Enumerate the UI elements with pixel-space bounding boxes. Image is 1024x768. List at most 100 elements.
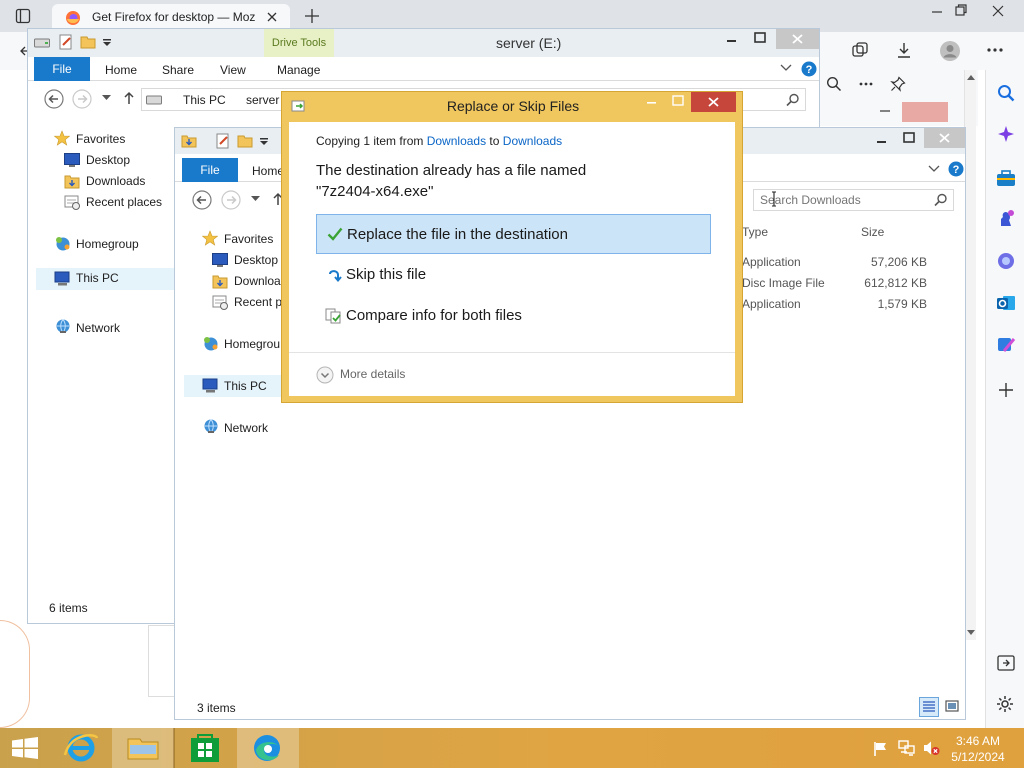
scroll-up-icon[interactable] (967, 74, 975, 80)
taskbar-file-explorer[interactable] (112, 728, 174, 768)
settings-gear-icon[interactable] (996, 695, 1014, 713)
sidebar-toggle-icon[interactable] (997, 655, 1015, 671)
nav-downloads[interactable]: Downloads (86, 174, 145, 188)
properties-quick-icon[interactable] (58, 34, 74, 50)
games-chess-icon[interactable] (996, 208, 1016, 228)
search-icon[interactable] (826, 76, 842, 92)
nav-desktop[interactable]: Desktop (234, 253, 278, 267)
table-row[interactable]: Application 57,206 KB (735, 253, 935, 273)
tab-home[interactable]: Home (105, 63, 137, 77)
taskbar-store[interactable] (174, 728, 236, 768)
nav-this-pc[interactable]: This PC (224, 379, 267, 393)
tab-share[interactable]: Share (162, 63, 194, 77)
tab-actions-icon[interactable] (15, 8, 31, 24)
outlook-icon[interactable] (996, 293, 1016, 313)
more-options-icon[interactable] (986, 41, 1004, 59)
replace-file-option[interactable]: Replace the file in the destination (316, 214, 711, 254)
clock[interactable]: 3:46 AM 5/12/2024 (950, 733, 1006, 765)
nav-recent-places[interactable]: Recent pl (234, 295, 285, 309)
pin-icon[interactable] (890, 76, 906, 92)
compare-files-option[interactable]: Compare info for both files (316, 297, 711, 335)
downloads-icon[interactable] (895, 41, 913, 59)
maximize-icon[interactable] (754, 32, 766, 44)
source-folder-link[interactable]: Downloads (427, 134, 486, 148)
back-arrow-icon[interactable] (192, 190, 212, 210)
close-tab-icon[interactable] (265, 10, 279, 24)
tab-view[interactable]: View (220, 63, 246, 77)
browser-minimize-icon[interactable] (929, 4, 945, 20)
designer-icon[interactable] (996, 335, 1016, 355)
expand-ribbon-icon[interactable] (928, 165, 940, 173)
minimize-icon[interactable] (875, 137, 889, 147)
column-header-type[interactable]: Type (742, 225, 768, 239)
forward-arrow-icon[interactable] (221, 190, 241, 210)
nav-recent-places[interactable]: Recent places (86, 195, 162, 209)
destination-folder-link[interactable]: Downloads (503, 134, 562, 148)
tab-manage[interactable]: Manage (277, 63, 320, 77)
more-details-button[interactable]: More details (316, 364, 446, 386)
close-button[interactable] (902, 102, 948, 122)
nav-desktop[interactable]: Desktop (86, 153, 130, 167)
customize-qat-icon[interactable] (102, 39, 112, 47)
column-header-size[interactable]: Size (861, 225, 884, 239)
details-view-button[interactable] (919, 697, 939, 717)
close-button[interactable] (691, 92, 736, 112)
new-tab-icon[interactable] (304, 8, 320, 24)
close-button[interactable] (776, 29, 819, 49)
properties-quick-icon[interactable] (215, 133, 231, 149)
browser-close-icon[interactable] (990, 3, 1006, 19)
action-center-flag-icon[interactable] (873, 741, 889, 757)
collections-icon[interactable] (851, 41, 869, 59)
network-tray-icon[interactable] (898, 740, 916, 756)
customize-qat-icon[interactable] (259, 138, 269, 146)
shopping-briefcase-icon[interactable] (996, 169, 1016, 187)
taskbar-edge[interactable] (237, 728, 299, 768)
start-button[interactable] (0, 728, 50, 768)
tab-home[interactable]: Home (252, 164, 284, 178)
help-icon[interactable]: ? (948, 161, 964, 177)
new-folder-quick-icon[interactable] (237, 133, 253, 149)
nav-downloads[interactable]: Downloa (234, 274, 281, 288)
scroll-down-icon[interactable] (967, 630, 975, 636)
back-arrow-icon[interactable] (44, 89, 64, 109)
recent-locations-chevron-icon[interactable] (251, 196, 260, 202)
minimize-icon[interactable] (725, 36, 739, 46)
table-row[interactable]: Disc Image File 612,812 KB (735, 274, 935, 294)
maximize-icon[interactable] (903, 132, 915, 144)
nav-this-pc[interactable]: This PC (76, 271, 119, 285)
add-icon[interactable] (998, 382, 1014, 398)
copilot-sparkle-icon[interactable] (997, 125, 1015, 143)
nav-favorites[interactable]: Favorites (224, 232, 273, 246)
large-icons-view-button[interactable] (943, 697, 963, 717)
skip-file-option[interactable]: Skip this file (316, 256, 711, 294)
search-icon[interactable] (786, 93, 800, 107)
browser-restore-icon[interactable] (954, 3, 968, 17)
nav-network[interactable]: Network (224, 421, 268, 435)
maximize-icon[interactable] (672, 95, 684, 107)
forward-arrow-icon[interactable] (72, 89, 92, 109)
table-row[interactable]: Application 1,579 KB (735, 295, 935, 315)
tab-file[interactable]: File (182, 158, 238, 182)
volume-muted-icon[interactable] (922, 740, 940, 756)
office-icon[interactable] (996, 251, 1016, 271)
nav-homegroup[interactable]: Homegroup (76, 237, 139, 251)
new-folder-quick-icon[interactable] (80, 34, 96, 50)
nav-homegroup[interactable]: Homegrou (224, 337, 280, 351)
search-box[interactable] (753, 189, 954, 211)
close-button[interactable] (924, 128, 965, 148)
minimize-icon[interactable] (645, 98, 659, 108)
search-input[interactable] (760, 192, 930, 208)
profile-avatar-icon[interactable] (939, 40, 961, 62)
expand-ribbon-icon[interactable] (780, 64, 792, 72)
nav-network[interactable]: Network (76, 321, 120, 335)
recent-locations-chevron-icon[interactable] (102, 95, 111, 101)
help-icon[interactable]: ? (801, 61, 817, 77)
tab-file[interactable]: File (34, 57, 90, 81)
taskbar-internet-explorer[interactable] (50, 728, 112, 768)
breadcrumb-this-pc[interactable]: This PC (183, 93, 226, 107)
nav-favorites[interactable]: Favorites (76, 132, 125, 146)
search-icon[interactable] (997, 84, 1015, 102)
minimize-icon[interactable] (878, 104, 892, 118)
more-icon[interactable] (858, 76, 874, 92)
up-arrow-icon[interactable] (123, 91, 135, 105)
